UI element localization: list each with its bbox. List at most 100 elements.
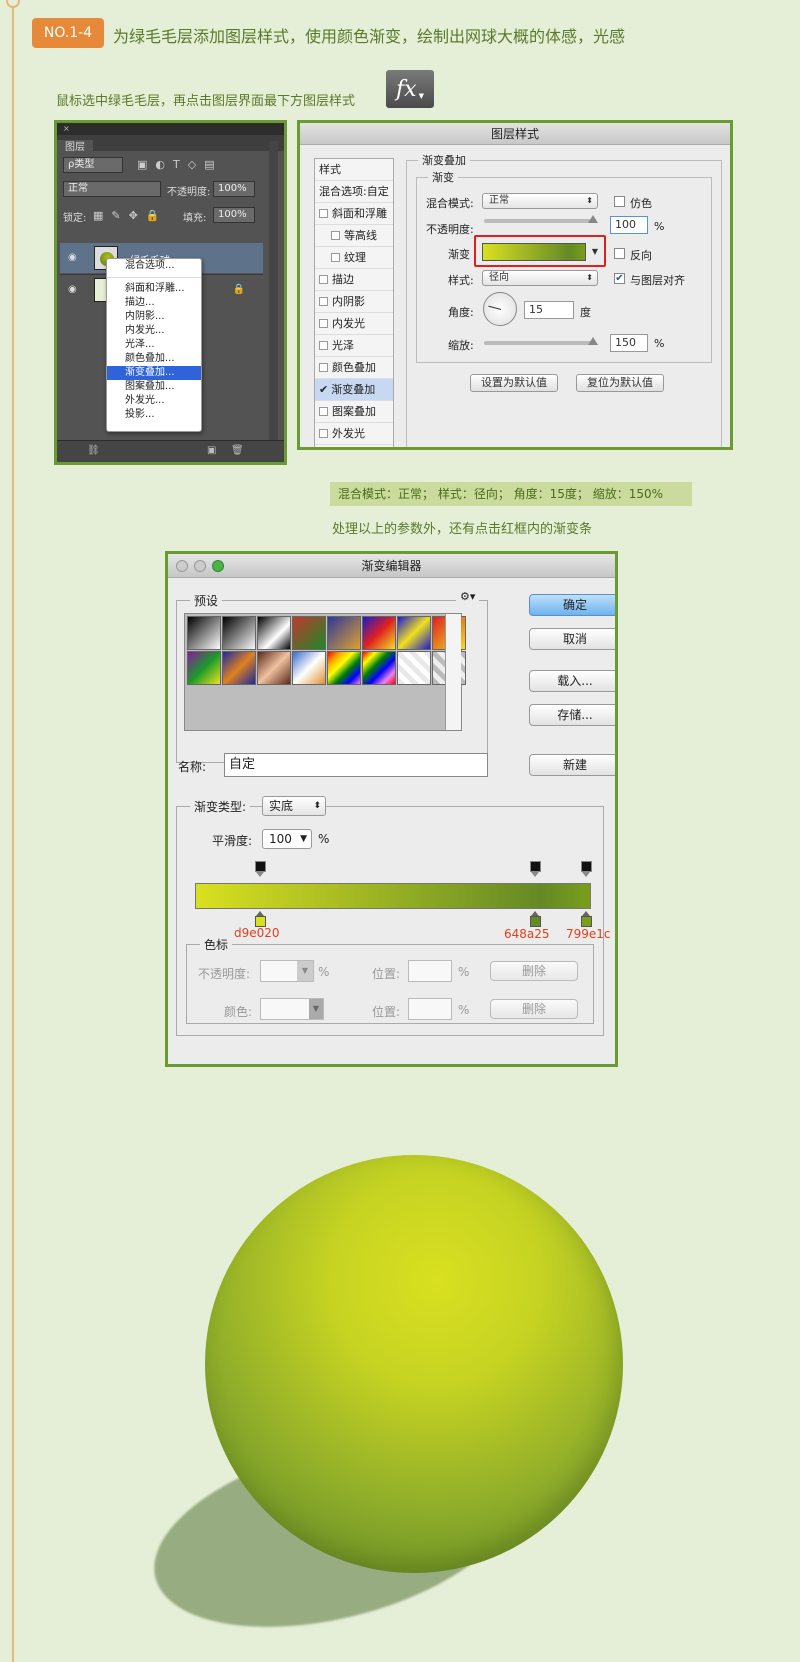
minimize-icon[interactable] bbox=[194, 560, 206, 572]
menu-item-outer-glow[interactable]: 外发光... bbox=[107, 394, 201, 408]
blend-mode-select[interactable]: 正常 ⬍ bbox=[482, 193, 598, 209]
menu-item-bevel[interactable]: 斜面和浮雕... bbox=[107, 282, 201, 296]
preset-swatch[interactable] bbox=[222, 651, 256, 685]
move-icon[interactable]: ✥ bbox=[129, 209, 138, 222]
preset-swatch[interactable] bbox=[327, 651, 361, 685]
tab-layers[interactable]: 图层 bbox=[57, 140, 93, 156]
checkbox[interactable] bbox=[319, 363, 328, 372]
menu-item-gradient-overlay[interactable]: 渐变叠加... bbox=[107, 366, 201, 380]
menu-item-blending[interactable]: 混合选项... bbox=[107, 259, 201, 273]
sidebar-item-styles[interactable]: 样式 bbox=[315, 159, 393, 181]
angle-input[interactable]: 15 bbox=[524, 301, 574, 319]
stop-opacity-input[interactable]: ▼ bbox=[260, 960, 314, 982]
preset-swatch[interactable] bbox=[257, 651, 291, 685]
preset-swatch[interactable] bbox=[222, 616, 256, 650]
preset-swatch[interactable] bbox=[397, 616, 431, 650]
cancel-button[interactable]: 取消 bbox=[529, 628, 615, 650]
lock-icon[interactable]: 🔒 bbox=[146, 209, 160, 222]
blend-mode-select[interactable]: 正常 bbox=[63, 181, 161, 197]
image-filter-icon[interactable]: ▣ bbox=[137, 158, 147, 171]
eye-icon[interactable]: ◉ bbox=[68, 252, 77, 263]
sidebar-item-outer-glow[interactable]: 外发光 bbox=[315, 423, 393, 445]
menu-item-inner-shadow[interactable]: 内阴影... bbox=[107, 310, 201, 324]
opacity-stop[interactable] bbox=[581, 861, 592, 877]
checkbox[interactable] bbox=[319, 429, 328, 438]
dither-checkbox[interactable] bbox=[614, 196, 625, 207]
save-button[interactable]: 存储... bbox=[529, 704, 615, 726]
sidebar-item-texture[interactable]: 纹理 bbox=[315, 247, 393, 269]
sidebar-item-bevel[interactable]: 斜面和浮雕 bbox=[315, 203, 393, 225]
checkbox[interactable] bbox=[319, 275, 328, 284]
checkbox[interactable] bbox=[319, 341, 328, 350]
preset-swatch[interactable] bbox=[327, 616, 361, 650]
trash-icon[interactable]: 🗑 bbox=[231, 445, 244, 456]
link-icon[interactable]: ⛓ bbox=[87, 445, 100, 456]
new-layer-icon[interactable]: ▣ bbox=[207, 445, 216, 456]
angle-dial[interactable] bbox=[483, 292, 517, 326]
checkbox[interactable] bbox=[319, 319, 328, 328]
set-default-button[interactable]: 设置为默认值 bbox=[470, 374, 558, 392]
preset-swatch[interactable] bbox=[362, 616, 396, 650]
menu-item-satin[interactable]: 光泽... bbox=[107, 338, 201, 352]
new-button[interactable]: 新建 bbox=[529, 754, 615, 776]
menu-item-color-overlay[interactable]: 颜色叠加... bbox=[107, 352, 201, 366]
brush-icon[interactable]: ✎ bbox=[111, 209, 120, 222]
shape-filter-icon[interactable]: ◇ bbox=[188, 158, 196, 171]
sidebar-item-color-overlay[interactable]: 颜色叠加 bbox=[315, 357, 393, 379]
opacity-stop[interactable] bbox=[255, 861, 266, 877]
sidebar-item-satin[interactable]: 光泽 bbox=[315, 335, 393, 357]
checkbox[interactable] bbox=[319, 297, 328, 306]
preset-swatch[interactable] bbox=[292, 616, 326, 650]
smart-filter-icon[interactable]: ▤ bbox=[204, 158, 214, 171]
menu-item-drop-shadow[interactable]: 投影... bbox=[107, 408, 201, 422]
smoothness-input[interactable]: 100 ▼ bbox=[262, 829, 312, 849]
style-select[interactable]: 径向 ⬍ bbox=[482, 270, 598, 286]
reverse-checkbox[interactable] bbox=[614, 248, 625, 259]
name-input[interactable]: 自定 bbox=[224, 753, 488, 777]
eye-icon[interactable]: ◉ bbox=[68, 284, 77, 295]
preset-swatch[interactable] bbox=[257, 616, 291, 650]
fill-field[interactable]: 100% bbox=[213, 207, 255, 223]
delete-opacity-stop-button[interactable]: 删除 bbox=[490, 961, 578, 981]
opacity-input[interactable]: 100 bbox=[610, 216, 648, 234]
reset-default-button[interactable]: 复位为默认值 bbox=[576, 374, 664, 392]
check-icon[interactable]: ✔ bbox=[319, 383, 328, 396]
zoom-icon[interactable] bbox=[212, 560, 224, 572]
checkbox[interactable] bbox=[331, 231, 340, 240]
stop-color-swatch[interactable]: ▼ bbox=[260, 998, 324, 1020]
opacity-slider[interactable] bbox=[484, 215, 598, 223]
load-button[interactable]: 载入... bbox=[529, 670, 615, 692]
adjust-filter-icon[interactable]: ◐ bbox=[155, 158, 165, 171]
gear-icon[interactable]: ⚙▾ bbox=[456, 590, 480, 603]
checkbox[interactable] bbox=[331, 253, 340, 262]
menu-item-stroke[interactable]: 描边... bbox=[107, 296, 201, 310]
menu-item-inner-glow[interactable]: 内发光... bbox=[107, 324, 201, 338]
checkbox[interactable] bbox=[319, 407, 328, 416]
sidebar-item-contour[interactable]: 等高线 bbox=[315, 225, 393, 247]
gradient-type-select[interactable]: 实底 ⬍ bbox=[262, 796, 326, 816]
sidebar-item-blending[interactable]: 混合选项:自定 bbox=[315, 181, 393, 203]
gradient-bar[interactable] bbox=[195, 883, 591, 909]
close-icon[interactable] bbox=[176, 560, 188, 572]
text-filter-icon[interactable]: T bbox=[173, 158, 180, 171]
sidebar-item-stroke[interactable]: 描边 bbox=[315, 269, 393, 291]
slider-knob[interactable] bbox=[588, 215, 598, 223]
scale-input[interactable]: 150 bbox=[610, 334, 648, 352]
preset-swatch[interactable] bbox=[187, 651, 221, 685]
opacity-field[interactable]: 100% bbox=[213, 181, 255, 197]
menu-item-pattern-overlay[interactable]: 图案叠加... bbox=[107, 380, 201, 394]
sidebar-item-pattern-overlay[interactable]: 图案叠加 bbox=[315, 401, 393, 423]
scale-slider[interactable] bbox=[484, 337, 598, 345]
stop-position-input[interactable] bbox=[408, 998, 452, 1020]
stop-position-input[interactable] bbox=[408, 960, 452, 982]
opacity-stop[interactable] bbox=[530, 861, 541, 877]
sidebar-item-inner-glow[interactable]: 内发光 bbox=[315, 313, 393, 335]
ok-button[interactable]: 确定 bbox=[529, 594, 615, 616]
filter-select[interactable]: ρ类型 bbox=[63, 157, 123, 173]
fx-button[interactable]: fx ▼ bbox=[386, 70, 434, 108]
sidebar-item-gradient-overlay[interactable]: ✔ 渐变叠加 bbox=[315, 379, 393, 401]
preset-swatch[interactable] bbox=[292, 651, 326, 685]
lock-pixels-icon[interactable]: ▦ bbox=[93, 209, 103, 222]
checkbox[interactable] bbox=[319, 209, 328, 218]
delete-color-stop-button[interactable]: 删除 bbox=[490, 999, 578, 1019]
